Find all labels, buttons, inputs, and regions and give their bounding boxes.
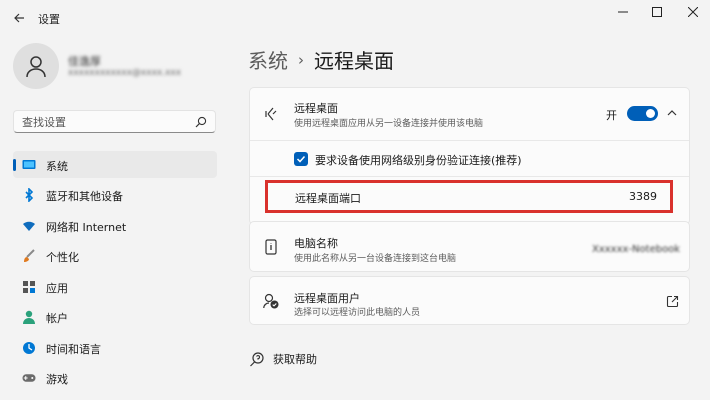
sidebar-item-label: 网络和 Internet xyxy=(46,221,127,234)
chevron-up-icon[interactable] xyxy=(666,107,678,119)
search-input[interactable] xyxy=(22,115,187,129)
maximize-icon xyxy=(652,7,662,17)
search-box[interactable] xyxy=(13,110,216,133)
toggle-knob xyxy=(646,109,655,118)
checkmark-icon xyxy=(296,155,306,163)
selection-indicator xyxy=(13,159,16,171)
sidebar-item-apps[interactable]: 应用 xyxy=(13,273,217,300)
maximize-button[interactable] xyxy=(642,3,672,21)
breadcrumb-separator: › xyxy=(298,50,304,69)
remote-desktop-title: 远程桌面 xyxy=(294,102,338,115)
minimize-button[interactable] xyxy=(608,3,638,21)
remote-desktop-card: 远程桌面 使用远程桌面应用从另一设备连接并使用该电脑 开 要求设备使用网络级别身… xyxy=(249,87,690,225)
port-value: 3389 xyxy=(629,190,657,203)
search-icon[interactable] xyxy=(195,116,207,128)
pc-name-title: 电脑名称 xyxy=(294,237,338,250)
sidebar-item-network[interactable]: 网络和 Internet xyxy=(13,212,217,239)
sidebar-item-accounts[interactable]: 帐户 xyxy=(13,303,217,330)
avatar[interactable] xyxy=(13,43,59,89)
remote-users-description: 选择可以远程访问此电脑的人员 xyxy=(294,308,421,318)
page-title: 远程桌面 xyxy=(314,49,394,73)
external-link-icon xyxy=(666,295,679,308)
remote-users-card[interactable]: 远程桌面用户 选择可以远程访问此电脑的人员 xyxy=(249,276,690,325)
computer-info-icon xyxy=(263,239,279,255)
sidebar-item-label: 应用 xyxy=(46,282,68,295)
remote-users-title: 远程桌面用户 xyxy=(294,292,360,305)
sidebar-item-label: 个性化 xyxy=(46,251,79,264)
gamepad-icon xyxy=(22,371,36,385)
sidebar-item-time-language[interactable]: 时间和语言 xyxy=(13,334,217,361)
user-check-icon xyxy=(263,293,279,309)
sidebar-item-personalization[interactable]: 个性化 xyxy=(13,242,217,269)
divider xyxy=(250,176,689,177)
apps-icon xyxy=(22,280,36,294)
remote-desktop-icon xyxy=(263,106,279,122)
sidebar-item-system[interactable]: 系统 xyxy=(13,151,217,178)
wifi-icon xyxy=(22,219,36,233)
pc-name-description: 使用此名称从另一台设备连接到这台电脑 xyxy=(294,254,457,264)
sidebar-item-label: 游戏 xyxy=(46,373,68,386)
remote-desktop-toggle[interactable] xyxy=(627,106,658,121)
nla-label[interactable]: 要求设备使用网络级别身份验证连接(推荐) xyxy=(315,152,522,168)
sidebar-item-label: 蓝牙和其他设备 xyxy=(46,190,123,203)
close-button[interactable] xyxy=(678,3,708,21)
title-bar: 设置 xyxy=(0,0,710,36)
remote-desktop-description: 使用远程桌面应用从另一设备连接并使用该电脑 xyxy=(294,119,484,129)
pc-name-card[interactable]: 电脑名称 使用此名称从另一台设备连接到这台电脑 Xxxxxx-Notebook xyxy=(249,221,690,272)
app-title: 设置 xyxy=(38,13,60,26)
sidebar-item-label: 时间和语言 xyxy=(46,343,101,356)
close-icon xyxy=(688,7,698,17)
sidebar-item-bluetooth[interactable]: 蓝牙和其他设备 xyxy=(13,181,217,208)
user-name: 佳逸厚 xyxy=(68,55,101,68)
back-button[interactable] xyxy=(10,9,28,27)
nla-checkbox[interactable] xyxy=(294,152,308,166)
person-icon xyxy=(26,56,46,78)
bluetooth-icon xyxy=(22,188,36,202)
globe-clock-icon xyxy=(22,341,36,355)
person-icon xyxy=(22,310,36,324)
breadcrumb-parent[interactable]: 系统 xyxy=(248,45,288,74)
remote-desktop-port-row[interactable]: 远程桌面端口 3389 xyxy=(265,180,673,213)
user-email: xxxxxxxxxxxx@xxxx.xxx xyxy=(68,68,182,78)
help-icon xyxy=(249,351,265,367)
minimize-icon xyxy=(618,11,628,13)
breadcrumb: 系统 › 远程桌面 xyxy=(248,45,394,74)
toggle-state-label: 开 xyxy=(606,109,617,122)
get-help-label: 获取帮助 xyxy=(273,353,317,366)
arrow-left-icon xyxy=(14,13,24,23)
sidebar-item-label: 帐户 xyxy=(46,312,68,325)
sidebar-item-gaming[interactable]: 游戏 xyxy=(13,364,217,391)
pc-name-value: Xxxxxx-Notebook xyxy=(592,244,681,255)
get-help-link[interactable]: 获取帮助 xyxy=(249,351,317,367)
monitor-icon xyxy=(22,158,36,172)
sidebar-item-label: 系统 xyxy=(46,160,68,173)
brush-icon xyxy=(22,249,36,263)
divider xyxy=(250,140,689,141)
port-label: 远程桌面端口 xyxy=(295,192,361,205)
